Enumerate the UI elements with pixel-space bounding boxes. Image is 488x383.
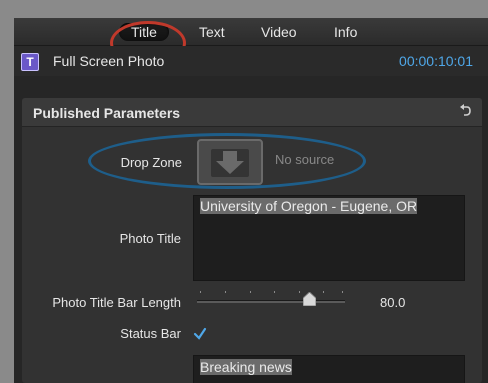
slider-tick — [274, 291, 275, 293]
slider-tick — [299, 291, 300, 293]
drop-zone-status: No source — [275, 152, 335, 167]
published-parameters-panel: Published Parameters Drop Zone No source… — [22, 98, 482, 383]
published-parameters-header: Published Parameters — [22, 98, 482, 127]
bar-length-slider[interactable] — [197, 300, 345, 303]
inspector-header: T Full Screen Photo 00:00:10:01 — [14, 46, 488, 76]
status-bar-checkbox[interactable] — [193, 327, 207, 341]
photo-title-textarea[interactable]: University of Oregon - Eugene, OR — [193, 195, 465, 281]
checkmark-icon — [193, 327, 207, 340]
slider-tick — [250, 291, 251, 293]
down-arrow-icon — [211, 149, 249, 177]
slider-tick — [225, 291, 226, 293]
status-bar-label: Status Bar — [120, 326, 181, 341]
title-clip-icon: T — [21, 53, 39, 71]
inspector-panel: Title Text Video Info T Full Screen Phot… — [14, 18, 488, 383]
status-text-field[interactable]: Breaking news — [193, 355, 465, 383]
bar-length-label: Photo Title Bar Length — [52, 295, 181, 310]
bar-length-value[interactable]: 80.0 — [380, 295, 405, 310]
tab-title[interactable]: Title — [119, 23, 169, 41]
bar-length-slider-thumb[interactable] — [303, 292, 317, 306]
clip-name: Full Screen Photo — [53, 53, 165, 69]
tab-video[interactable]: Video — [261, 23, 297, 41]
slider-tick — [200, 291, 201, 293]
tab-text[interactable]: Text — [199, 23, 225, 41]
status-text-value: Breaking news — [200, 359, 292, 375]
clip-duration-timecode: 00:00:10:01 — [399, 53, 473, 69]
photo-title-label: Photo Title — [119, 231, 181, 246]
inspector-tab-bar: Title Text Video Info — [14, 18, 488, 46]
reset-icon[interactable] — [458, 104, 472, 118]
slider-tick — [342, 291, 343, 293]
photo-title-value: University of Oregon - Eugene, OR — [200, 198, 418, 214]
published-parameters-title: Published Parameters — [33, 105, 181, 121]
tab-info[interactable]: Info — [334, 23, 357, 41]
drop-zone-well[interactable] — [197, 139, 263, 185]
drop-zone-label: Drop Zone — [120, 155, 182, 170]
slider-tick — [323, 291, 324, 293]
